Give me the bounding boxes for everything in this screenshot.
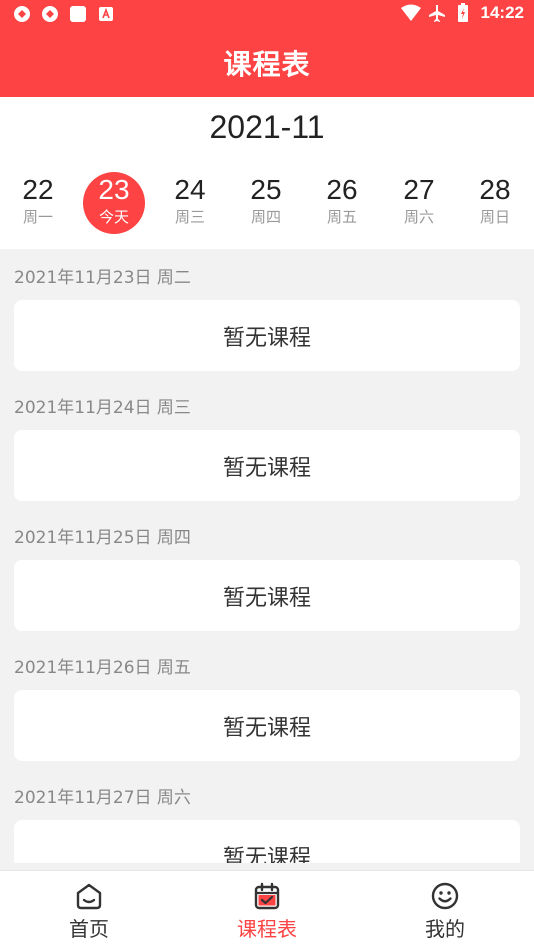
course-card[interactable]: 暂无课程 [14, 430, 520, 501]
schedule-day-section: 2021年11月23日 周二 暂无课程 [0, 249, 534, 379]
day-weekday: 周日 [479, 208, 510, 226]
day-cell[interactable]: 25 周四 [234, 172, 298, 234]
day-cell[interactable]: 27 周六 [387, 172, 451, 234]
battery-icon [453, 3, 473, 23]
nav-item-home[interactable]: 首页 [0, 871, 178, 951]
app-icon [12, 4, 32, 24]
app-header: 课程表 [0, 28, 534, 97]
schedule-day-section: 2021年11月26日 周五 暂无课程 [0, 639, 534, 769]
day-cell[interactable]: 26 周五 [310, 172, 374, 234]
course-card[interactable]: 暂无课程 [14, 560, 520, 631]
app-icon [40, 4, 60, 24]
no-course-text: 暂无课程 [222, 845, 311, 864]
schedule-list[interactable]: 2021年11月23日 周二 暂无课程 2021年11月24日 周三 暂无课程 … [0, 249, 534, 863]
section-date: 2021年11月23日 周二 [14, 268, 191, 288]
month-label: 2021-11 [209, 109, 325, 145]
day-row: 22 周一 23 今天 24 周三 25 周四 26 周五 27 周六 28 周… [0, 172, 534, 234]
day-number: 25 [250, 174, 282, 205]
section-date: 2021年11月26日 周五 [14, 658, 191, 678]
schedule-day-section: 2021年11月24日 周三 暂无课程 [0, 379, 534, 509]
status-right-icons: 14:22 [400, 3, 524, 23]
nav-label: 我的 [425, 917, 465, 941]
day-number: 27 [403, 174, 435, 205]
square-icon [68, 4, 88, 24]
week-calendar: 2021-11 22 周一 23 今天 24 周三 25 周四 26 周五 27… [0, 97, 534, 249]
nav-label: 首页 [69, 917, 109, 941]
status-bar: 14:22 [0, 0, 534, 28]
font-icon [96, 4, 116, 24]
day-weekday: 今天 [98, 208, 129, 226]
no-course-text: 暂无课程 [222, 715, 311, 741]
nav-item-profile[interactable]: 我的 [356, 871, 534, 951]
section-date: 2021年11月27日 周六 [14, 788, 191, 808]
section-date: 2021年11月25日 周四 [14, 528, 191, 548]
course-card[interactable]: 暂无课程 [14, 820, 520, 863]
day-number: 28 [479, 174, 511, 205]
day-cell-selected[interactable]: 23 今天 [82, 172, 146, 234]
day-weekday: 周五 [326, 208, 357, 226]
day-cell[interactable]: 22 周一 [6, 172, 70, 234]
course-card[interactable]: 暂无课程 [14, 690, 520, 761]
home-icon [74, 881, 104, 911]
day-cell[interactable]: 24 周三 [158, 172, 222, 234]
nav-label: 课程表 [237, 917, 297, 941]
wifi-icon [400, 3, 421, 23]
calendar-check-icon [252, 881, 282, 911]
status-left-icons [12, 4, 116, 24]
day-number: 26 [326, 174, 358, 205]
day-weekday: 周三 [174, 208, 205, 226]
day-cell[interactable]: 28 周日 [463, 172, 527, 234]
smiley-icon [430, 881, 460, 911]
no-course-text: 暂无课程 [222, 585, 311, 611]
no-course-text: 暂无课程 [222, 325, 311, 351]
day-number: 22 [22, 174, 54, 205]
day-number: 24 [174, 174, 206, 205]
schedule-day-section: 2021年11月25日 周四 暂无课程 [0, 509, 534, 639]
day-weekday: 周六 [403, 208, 434, 226]
day-number: 23 [98, 174, 130, 205]
course-card[interactable]: 暂无课程 [14, 300, 520, 371]
page-title: 课程表 [223, 47, 311, 81]
bottom-nav: 首页 课程表 我的 [0, 870, 534, 951]
status-time: 14:22 [480, 3, 524, 22]
no-course-text: 暂无课程 [222, 455, 311, 481]
nav-item-schedule[interactable]: 课程表 [178, 871, 356, 951]
schedule-day-section: 2021年11月27日 周六 暂无课程 [0, 769, 534, 863]
airplane-icon [427, 3, 447, 23]
day-weekday: 周一 [22, 208, 53, 226]
day-weekday: 周四 [250, 208, 281, 226]
section-date: 2021年11月24日 周三 [14, 398, 191, 418]
